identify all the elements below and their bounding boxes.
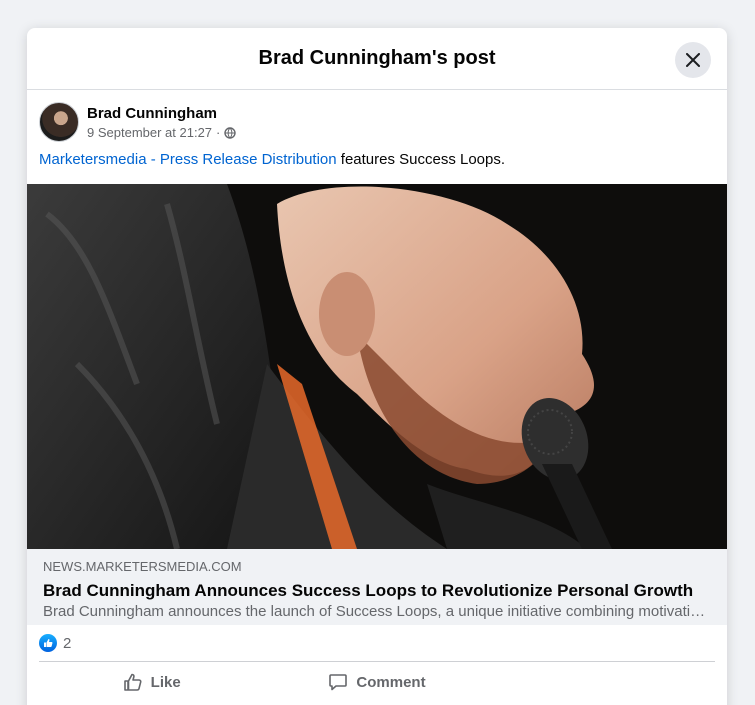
author-name[interactable]: Brad Cunningham [87, 104, 236, 124]
globe-icon [224, 126, 237, 139]
author-block: Brad Cunningham 9 September at 21:27 · [87, 104, 237, 141]
reactions-bar[interactable]: 2 [27, 625, 727, 661]
link-preview-domain: NEWS.MARKETERSMEDIA.COM [43, 559, 242, 574]
comment-label: Comment [356, 673, 426, 691]
post-modal: Brad Cunningham's post Brad Cunningham 9… [27, 28, 727, 705]
post-photo[interactable] [27, 184, 727, 549]
post-text: Marketersmedia - Press Release Distribut… [27, 142, 727, 176]
meta-separator: · [216, 124, 221, 140]
post-meta: 9 September at 21:27 · [87, 124, 237, 141]
link-preview-title[interactable]: Brad Cunningham Announces Success Loops … [43, 580, 711, 602]
close-button[interactable] [675, 42, 711, 78]
link-preview-description: Brad Cunningham announces the launch of … [43, 603, 711, 620]
post-header: Brad Cunningham 9 September at 21:27 · [27, 90, 727, 142]
thumbs-up-icon [123, 673, 142, 691]
avatar[interactable] [39, 102, 79, 142]
page-link[interactable]: Marketersmedia - Press Release Distribut… [39, 151, 337, 168]
modal-header: Brad Cunningham's post [27, 28, 727, 90]
close-icon [686, 53, 700, 67]
comment-icon [329, 674, 348, 691]
post-actions: Like Comment [27, 662, 727, 702]
like-button[interactable]: Like [39, 666, 264, 698]
post-timestamp[interactable]: 9 September at 21:27 [87, 125, 212, 141]
post-text-rest: features Success Loops. [336, 151, 506, 168]
comment-button[interactable]: Comment [264, 666, 489, 698]
reaction-count[interactable]: 2 [63, 635, 71, 652]
photo-man-with-microphone [27, 184, 727, 549]
modal-title: Brad Cunningham's post [258, 47, 496, 69]
like-label: Like [150, 673, 181, 691]
like-reaction-icon [39, 634, 57, 652]
action-spacer [490, 666, 715, 698]
link-preview[interactable]: NEWS.MARKETERSMEDIA.COM Brad Cunningham … [27, 549, 727, 625]
